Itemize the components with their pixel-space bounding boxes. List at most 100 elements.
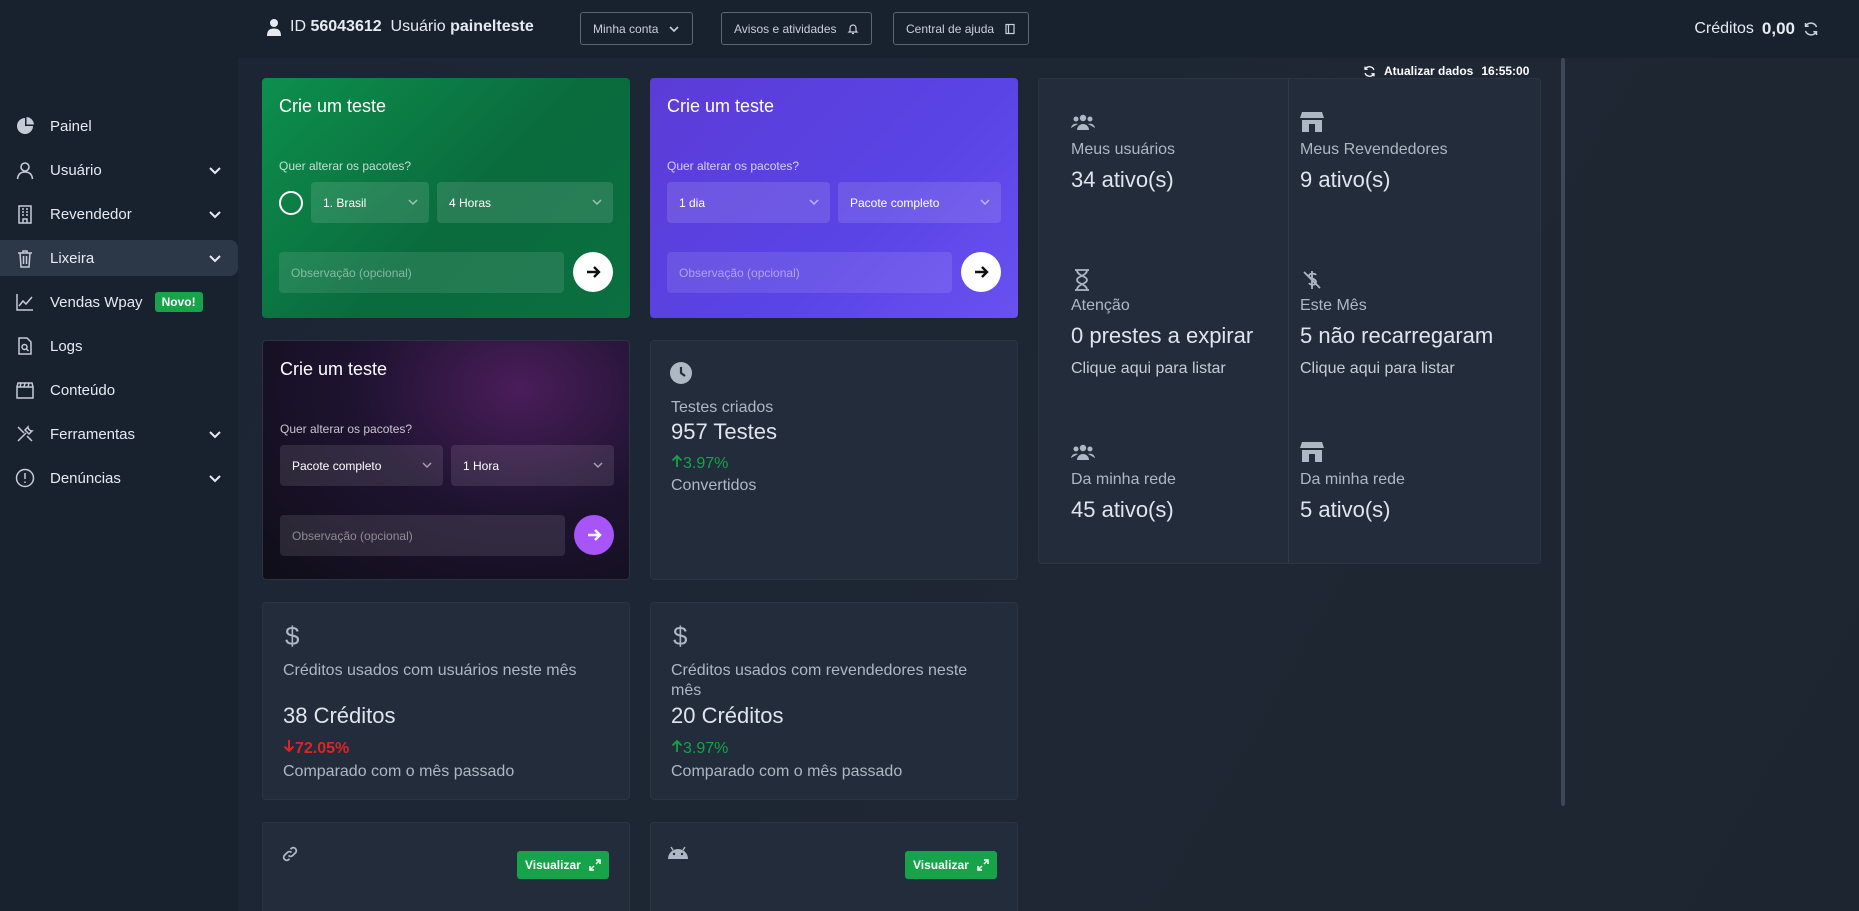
refresh-time: 16:55:00 bbox=[1481, 64, 1530, 78]
dollar-icon: $ bbox=[285, 621, 300, 651]
id-label: ID bbox=[290, 18, 306, 35]
user-label: Usuário bbox=[390, 18, 446, 35]
my-users-value: 34 ativo(s) bbox=[1071, 167, 1174, 192]
test-card-purple: Crie um teste Quer alterar os pacotes? 1… bbox=[650, 78, 1018, 318]
sidebar-item-denuncias[interactable]: Denúncias bbox=[0, 460, 238, 496]
main-content: Atualizar dados 16:55:00 Crie um teste Q… bbox=[238, 58, 1859, 911]
users-group-icon bbox=[1071, 114, 1095, 130]
card-title: Crie um teste bbox=[279, 96, 387, 116]
credits-display: Créditos 0,00 bbox=[1694, 19, 1819, 39]
users-group-icon bbox=[1071, 444, 1095, 460]
credits-resellers-trend: 3.97% bbox=[671, 739, 728, 758]
sidebar-item-vendas-wpay[interactable]: Vendas Wpay Novo! bbox=[0, 284, 238, 320]
sidebar-item-label: Conteúdo bbox=[50, 381, 116, 399]
network-resellers-value: 5 ativo(s) bbox=[1300, 497, 1391, 522]
credits-label: Créditos bbox=[1694, 20, 1754, 37]
building-icon bbox=[14, 203, 36, 225]
duration-select-value: 4 Horas bbox=[449, 195, 492, 210]
observation-input[interactable] bbox=[279, 252, 564, 293]
account-button[interactable]: Minha conta bbox=[580, 12, 694, 45]
credits-users-sub: Comparado com o mês passado bbox=[283, 763, 515, 780]
duration-select[interactable]: 1 dia bbox=[667, 182, 830, 223]
vertical-scrollbar[interactable] bbox=[1561, 58, 1565, 806]
file-search-icon bbox=[14, 335, 36, 357]
notices-button[interactable]: Avisos e atividades bbox=[721, 12, 872, 45]
this-month-list-link[interactable]: Clique aqui para listar bbox=[1300, 360, 1455, 378]
duration-select[interactable]: 4 Horas bbox=[437, 182, 613, 223]
duration-select[interactable]: 1 Hora bbox=[451, 445, 614, 486]
store-icon bbox=[1300, 442, 1324, 462]
duration-select-value: 1 dia bbox=[679, 195, 706, 210]
sidebar-nav: Painel Usuário Revendedor Lixeira Vendas… bbox=[0, 108, 238, 504]
my-users-label: Meus usuários bbox=[1071, 141, 1176, 158]
credits-resellers-label: Créditos usados com revendedores neste m… bbox=[671, 662, 968, 699]
network-resellers-label: Da minha rede bbox=[1300, 471, 1405, 488]
arrow-right-icon bbox=[975, 266, 989, 278]
attention-list-link[interactable]: Clique aqui para listar bbox=[1071, 360, 1226, 378]
link-icon bbox=[282, 846, 298, 862]
sidebar-item-label: Revendedor bbox=[50, 205, 132, 223]
tests-created-card: Testes criados 957 Testes 3.97% Converti… bbox=[650, 340, 1018, 580]
android-icon bbox=[668, 846, 688, 859]
refresh-credits-icon[interactable] bbox=[1803, 21, 1819, 37]
card-question: Quer alterar os pacotes? bbox=[279, 159, 412, 173]
tests-trend-value: 3.97% bbox=[683, 455, 729, 472]
visualize-button-label: Visualizar bbox=[913, 858, 969, 872]
tests-sub: Convertidos bbox=[671, 477, 757, 494]
card-title: Crie um teste bbox=[280, 359, 388, 379]
expand-icon bbox=[589, 859, 601, 871]
bell-icon bbox=[847, 23, 858, 34]
hourglass-icon bbox=[1075, 269, 1089, 291]
trash-icon bbox=[14, 247, 36, 269]
tests-trend: 3.97% bbox=[671, 454, 728, 473]
chevron-down-icon bbox=[209, 431, 221, 439]
visualize-button-label: Visualizar bbox=[525, 858, 581, 872]
observation-input[interactable] bbox=[280, 515, 565, 556]
account-button-label: Minha conta bbox=[593, 21, 659, 36]
help-button-label: Central de ajuda bbox=[906, 21, 995, 36]
refresh-data-button[interactable]: Atualizar dados 16:55:00 bbox=[1363, 64, 1529, 78]
help-button[interactable]: Central de ajuda bbox=[893, 12, 1030, 45]
arrow-right-icon bbox=[588, 529, 602, 541]
topbar: ID 56043612 Usuário painelteste Minha co… bbox=[238, 0, 1859, 58]
sidebar-item-logs[interactable]: Logs bbox=[0, 328, 238, 364]
link-card: Visualizar bbox=[262, 822, 630, 911]
radio-toggle[interactable] bbox=[279, 191, 303, 215]
my-resellers-value: 9 ativo(s) bbox=[1300, 167, 1391, 192]
android-card: Visualizar bbox=[650, 822, 1018, 911]
create-test-button[interactable] bbox=[573, 252, 613, 292]
sidebar-item-label: Denúncias bbox=[50, 469, 121, 487]
chevron-down-icon bbox=[980, 199, 990, 206]
sidebar-item-painel[interactable]: Painel bbox=[0, 108, 238, 144]
this-month-label: Este Mês bbox=[1300, 297, 1367, 314]
sidebar-item-lixeira[interactable]: Lixeira bbox=[0, 240, 238, 276]
chevron-down-icon bbox=[209, 211, 221, 219]
create-test-button[interactable] bbox=[574, 515, 614, 555]
credits-resellers-card: $ Créditos usados com revendedores neste… bbox=[650, 602, 1018, 800]
sidebar-item-label: Ferramentas bbox=[50, 425, 136, 443]
sidebar-item-ferramentas[interactable]: Ferramentas bbox=[0, 416, 238, 452]
user-icon bbox=[14, 159, 36, 181]
id-value: 56043612 bbox=[310, 18, 382, 35]
credits-resellers-trend-value: 3.97% bbox=[683, 740, 729, 757]
this-month-value: 5 não recarregaram bbox=[1300, 323, 1494, 348]
package-select[interactable]: Pacote completo bbox=[280, 445, 443, 486]
sidebar-item-revendedor[interactable]: Revendedor bbox=[0, 196, 238, 232]
sidebar-item-conteudo[interactable]: Conteúdo bbox=[0, 372, 238, 408]
create-test-button[interactable] bbox=[961, 252, 1001, 292]
visualize-button[interactable]: Visualizar bbox=[517, 851, 609, 879]
sidebar-item-usuario[interactable]: Usuário bbox=[0, 152, 238, 188]
visualize-button[interactable]: Visualizar bbox=[905, 851, 997, 879]
credits-users-label: Créditos usados com usuários neste mês bbox=[283, 662, 577, 679]
package-select-value: Pacote completo bbox=[292, 458, 382, 473]
book-icon bbox=[1005, 23, 1015, 34]
server-select[interactable]: 1. Brasil bbox=[311, 182, 429, 223]
observation-input[interactable] bbox=[667, 252, 952, 293]
store-icon bbox=[1300, 112, 1324, 132]
alert-circle-icon bbox=[14, 467, 36, 489]
sidebar-item-label: Vendas Wpay bbox=[50, 293, 143, 311]
package-select[interactable]: Pacote completo bbox=[838, 182, 1001, 223]
clapperboard-icon bbox=[14, 379, 36, 401]
card-question: Quer alterar os pacotes? bbox=[667, 159, 800, 173]
chevron-down-icon bbox=[422, 462, 432, 469]
